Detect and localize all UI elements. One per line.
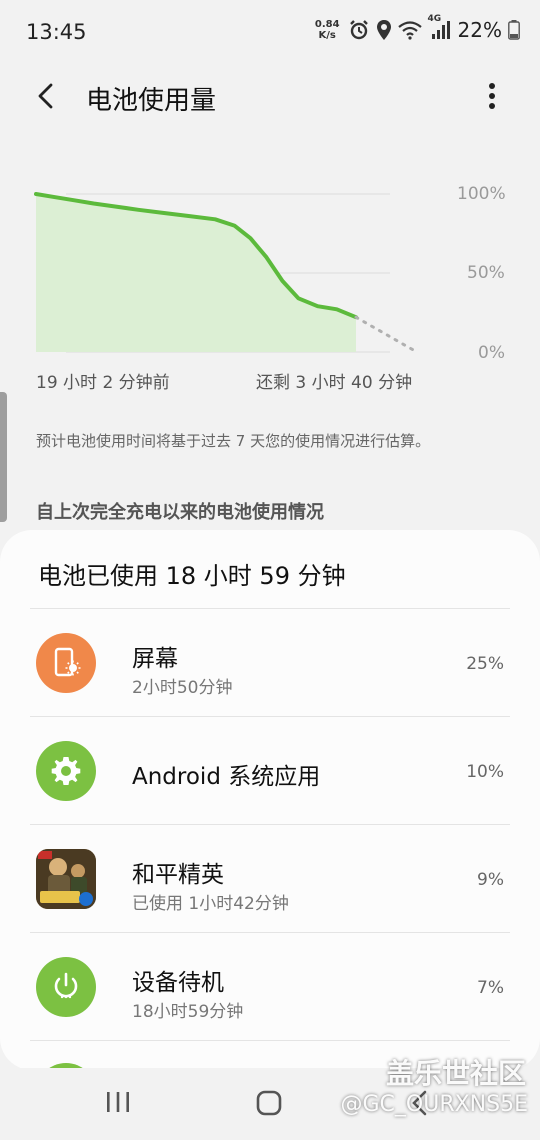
page-title: 电池使用量	[86, 86, 217, 116]
edge-panel-handle[interactable]	[0, 392, 7, 522]
battery-icon	[508, 20, 520, 40]
wifi-icon	[397, 20, 422, 40]
app-icon-standby	[36, 957, 96, 1017]
network-type-label: 4G	[427, 14, 442, 24]
home-icon	[256, 1090, 282, 1116]
app-percent: 9%	[477, 870, 504, 890]
battery-usage-card: 电池已使用 18 小时 59 分钟 屏幕 2小时50分钟 25% Android…	[0, 530, 540, 1070]
more-vertical-icon	[489, 83, 495, 109]
watermark-handle: @GC_OURXNS5E	[340, 1092, 528, 1117]
app-detail: 已使用 1小时42分钟	[132, 894, 289, 914]
battery-chart: 100% 50% 0% 19 小时 2 分钟前 还剩 3 小时 40 分钟	[0, 170, 540, 400]
app-header: 电池使用量	[0, 64, 540, 128]
x-end-label: 还剩 3 小时 40 分钟	[256, 373, 413, 393]
y-tick-50: 50%	[467, 263, 505, 283]
usage-row-android-system[interactable]: Android 系统应用 10%	[30, 716, 510, 824]
screen-brightness-icon	[54, 647, 81, 677]
estimate-note: 预计电池使用时间将基于过去 7 天您的使用情况进行估算。	[36, 432, 431, 450]
y-tick-100: 100%	[457, 184, 506, 204]
signal-icon: 4G	[428, 14, 450, 40]
chevron-left-icon	[38, 83, 53, 109]
app-name: 屏幕	[132, 646, 178, 672]
app-name: 设备待机	[132, 970, 224, 996]
usage-row-standby[interactable]: 设备待机 18小时59分钟 7%	[30, 932, 510, 1040]
watermark-site: 盖乐世社区	[385, 1057, 526, 1090]
app-percent: 7%	[477, 978, 504, 998]
alarm-icon	[348, 19, 370, 41]
net-speed-value: 0.84	[314, 19, 340, 30]
status-icons: 0.84 K/s 4G 22%	[315, 14, 520, 42]
app-name: Android 系统应用	[132, 764, 321, 790]
app-percent: 25%	[466, 654, 504, 674]
game-app-icon	[36, 849, 96, 909]
recent-apps-button[interactable]	[104, 1090, 132, 1118]
status-time: 13:45	[26, 20, 87, 44]
app-percent: 10%	[466, 762, 504, 782]
net-speed-unit: K/s	[318, 30, 336, 41]
battery-percent: 22%	[457, 18, 502, 42]
y-tick-0: 0%	[478, 343, 505, 363]
more-options-button[interactable]	[480, 80, 504, 112]
section-header: 自上次完全充电以来的电池使用情况	[36, 502, 324, 523]
location-icon	[376, 19, 392, 41]
app-icon-android-system	[36, 741, 96, 801]
app-detail: 2小时50分钟	[132, 678, 233, 698]
net-speed: 0.84 K/s	[315, 19, 340, 41]
usage-summary: 电池已使用 18 小时 59 分钟	[38, 562, 346, 590]
app-name: 和平精英	[132, 862, 224, 888]
app-detail: 18小时59分钟	[132, 1002, 244, 1022]
back-button[interactable]	[30, 80, 62, 112]
usage-row-screen[interactable]: 屏幕 2小时50分钟 25%	[30, 608, 510, 716]
app-icon-screen	[36, 633, 96, 693]
battery-projection-line	[354, 315, 419, 354]
recent-apps-icon	[107, 1092, 129, 1112]
game-artwork	[36, 849, 96, 909]
gear-icon	[51, 757, 81, 785]
x-start-label: 19 小时 2 分钟前	[36, 373, 170, 393]
status-bar: 13:45 0.84 K/s 4G 22%	[0, 0, 540, 64]
home-button[interactable]	[256, 1090, 282, 1120]
power-icon	[54, 972, 78, 999]
usage-row-game[interactable]: 和平精英 已使用 1小时42分钟 9%	[30, 824, 510, 932]
